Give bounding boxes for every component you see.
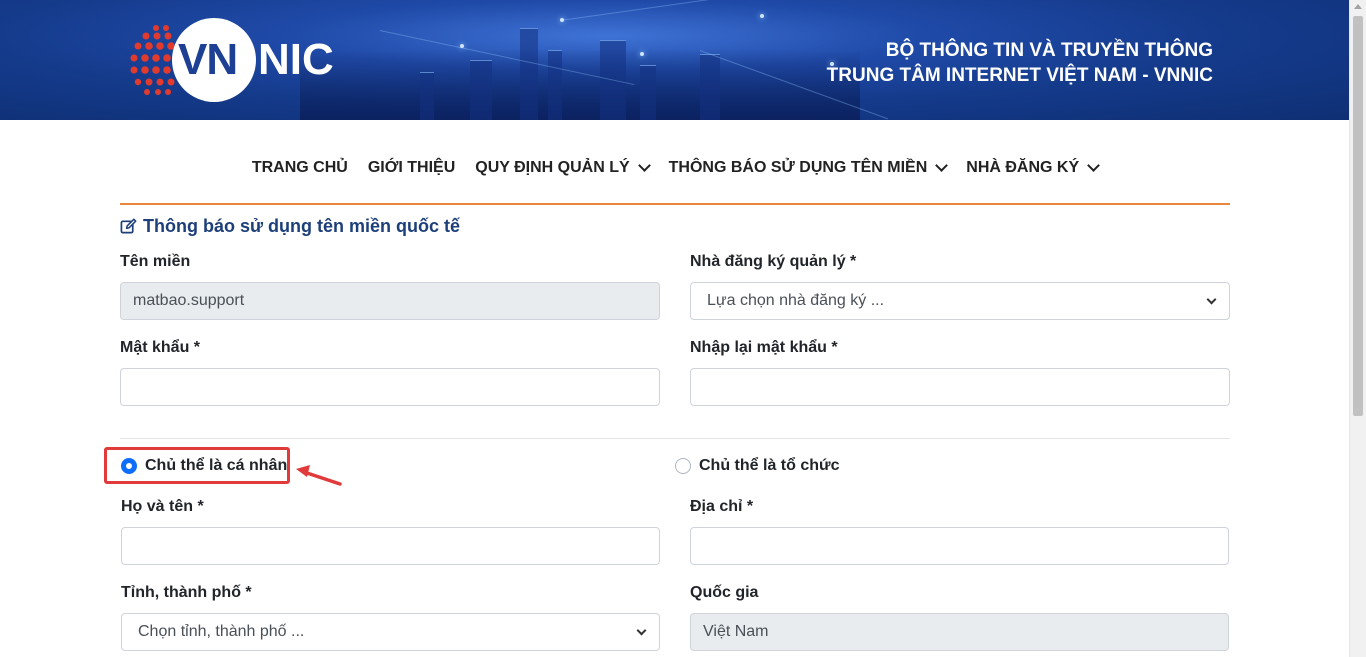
vnnic-logo[interactable]: VN NIC (126, 18, 336, 102)
banner-node (760, 14, 764, 18)
logo-vn-text: VN (178, 35, 238, 84)
scroll-up-arrow-icon[interactable] (1354, 4, 1362, 9)
header-banner: VN NIC BỘ THÔNG TIN VÀ TRUYỀN THÔNG TRUN… (0, 0, 1349, 120)
nav-item-home[interactable]: TRANG CHỦ (252, 159, 348, 177)
form-title: Thông báo sử dụng tên miền quốc tế (120, 216, 460, 237)
nav-label: NHÀ ĐĂNG KÝ (966, 159, 1080, 176)
province-select-value: Chọn tỉnh, thành phố ... (138, 623, 305, 640)
banner-node (560, 18, 564, 22)
banner-tower (640, 65, 656, 120)
banner-cityscape (300, 50, 860, 120)
nav-item-regulations[interactable]: QUY ĐỊNH QUẢN LÝ (475, 159, 651, 177)
province-label: Tỉnh, thành phố * (121, 584, 252, 601)
scroll-thumb[interactable] (1353, 16, 1363, 416)
edit-icon (120, 218, 137, 234)
nav-divider (120, 203, 1230, 205)
nav-label: QUY ĐỊNH QUẢN LÝ (475, 159, 630, 176)
nav-item-about[interactable]: GIỚI THIỆU (368, 159, 455, 177)
nav-item-domain-notice[interactable]: THÔNG BÁO SỬ DỤNG TÊN MIỀN (668, 159, 949, 177)
logo-nic-text: NIC (258, 35, 334, 84)
banner-tower (700, 54, 720, 120)
radio-organization-control[interactable] (675, 458, 691, 474)
annotation-highlight-box (104, 447, 290, 484)
chevron-down-icon (1206, 294, 1217, 304)
org-line-center: TRUNG TÂM INTERNET VIỆT NAM - VNNIC (826, 65, 1213, 86)
address-field[interactable] (690, 527, 1229, 565)
country-label: Quốc gia (690, 584, 759, 601)
password-label: Mật khẩu * (120, 339, 201, 356)
form-title-text: Thông báo sử dụng tên miền quốc tế (143, 216, 461, 236)
chevron-down-icon (636, 625, 647, 635)
domain-label: Tên miền (120, 253, 191, 270)
fullname-label: Họ và tên * (121, 498, 204, 515)
main-nav: TRANG CHỦ GIỚI THIỆU QUY ĐỊNH QUẢN LÝ TH… (120, 150, 1230, 186)
password-confirm-field[interactable] (690, 368, 1230, 406)
banner-node (640, 52, 644, 56)
section-divider (120, 438, 1230, 439)
banner-tower (420, 72, 434, 120)
org-line-ministry: BỘ THÔNG TIN VÀ TRUYỀN THÔNG (885, 40, 1213, 61)
chevron-down-icon (1087, 159, 1101, 172)
address-label: Địa chỉ * (690, 498, 754, 515)
annotation-arrow-icon (296, 465, 342, 486)
banner-tower (548, 50, 562, 120)
banner-tower (470, 60, 492, 120)
radio-organization-label: Chủ thể là tổ chức (699, 457, 840, 474)
province-select[interactable]: Chọn tỉnh, thành phố ... (121, 613, 660, 651)
page-scrollbar[interactable] (1349, 0, 1366, 657)
registrar-label: Nhà đăng ký quản lý * (690, 253, 857, 270)
radio-organization[interactable]: Chủ thể là tổ chức (675, 457, 839, 475)
nav-item-registrars[interactable]: NHÀ ĐĂNG KÝ (966, 159, 1101, 177)
registrar-select-value: Lựa chọn nhà đăng ký ... (707, 292, 885, 309)
chevron-down-icon (637, 159, 651, 172)
nav-label: GIỚI THIỆU (367, 159, 456, 176)
organization-name: BỘ THÔNG TIN VÀ TRUYỀN THÔNG TRUNG TÂM I… (827, 38, 1213, 88)
country-field[interactable]: Việt Nam (690, 613, 1229, 651)
nav-label: THÔNG BÁO SỬ DỤNG TÊN MIỀN (668, 159, 928, 176)
password-field[interactable] (120, 368, 660, 406)
chevron-down-icon (935, 159, 949, 172)
registrar-select[interactable]: Lựa chọn nhà đăng ký ... (690, 282, 1230, 320)
password-confirm-label: Nhập lại mật khẩu * (690, 339, 838, 356)
domain-field[interactable]: matbao.support (120, 282, 660, 320)
banner-tower (520, 28, 538, 120)
nav-label: TRANG CHỦ (251, 159, 348, 176)
fullname-field[interactable] (121, 527, 660, 565)
banner-node (460, 44, 464, 48)
